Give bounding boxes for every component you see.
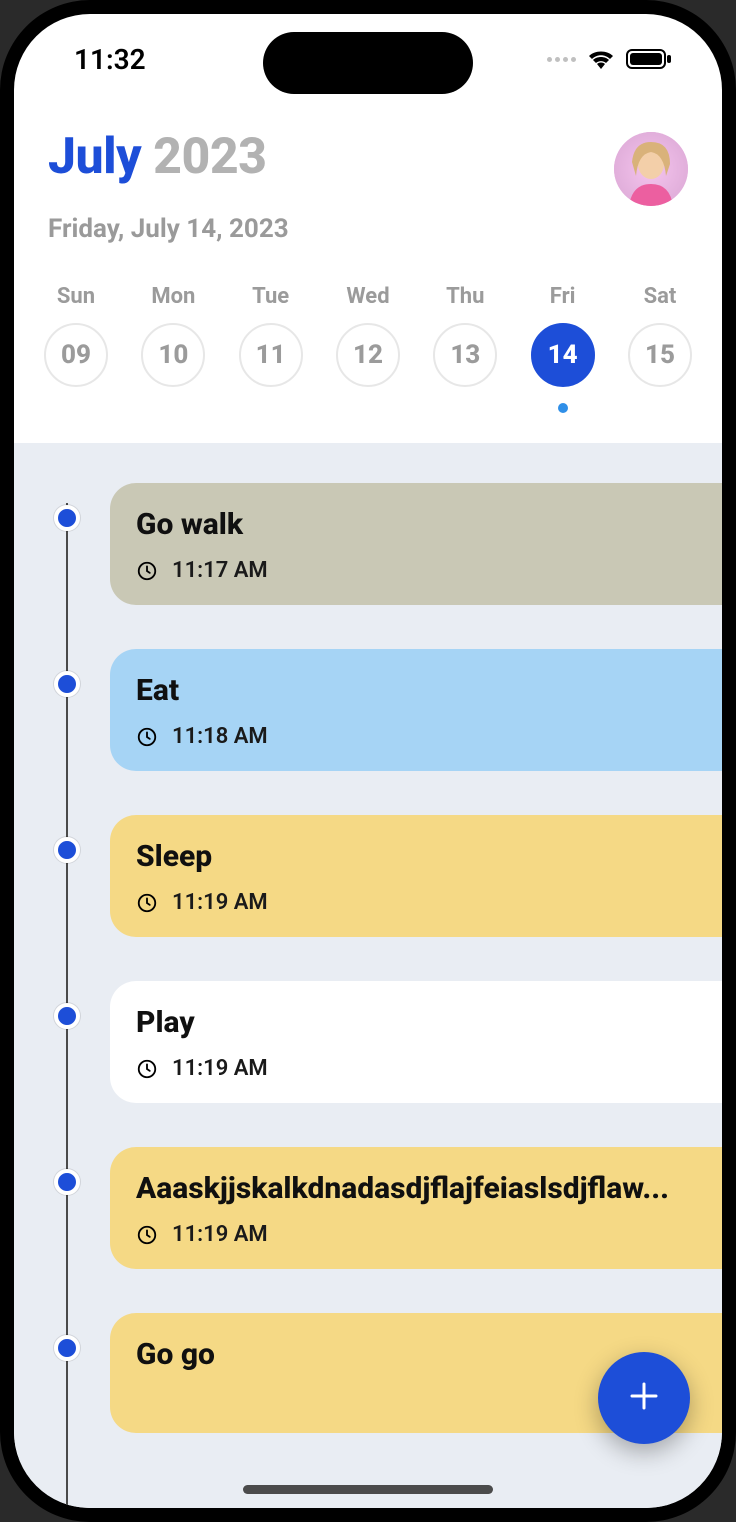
- day-thu[interactable]: Thu 13: [423, 284, 507, 413]
- event-time: 11:19 AM: [172, 890, 268, 915]
- event-title: Eat: [136, 673, 696, 708]
- day-indicator-dot: [558, 403, 568, 413]
- home-indicator[interactable]: [243, 1485, 493, 1494]
- day-label: Sat: [644, 284, 677, 309]
- timeline-marker: [54, 1003, 80, 1029]
- day-number: 15: [628, 323, 692, 387]
- clock-icon: [136, 560, 158, 582]
- wifi-icon: [586, 48, 616, 70]
- event-card[interactable]: Go walk 11:17 AM: [110, 483, 722, 605]
- day-number: 13: [433, 323, 497, 387]
- day-label: Tue: [252, 284, 289, 309]
- day-tue[interactable]: Tue 11: [229, 284, 313, 413]
- app-header: July 2023 Friday, July 14, 2023: [14, 104, 722, 256]
- dynamic-island: [263, 32, 473, 94]
- timeline-marker: [54, 1169, 80, 1195]
- day-sat[interactable]: Sat 15: [618, 284, 702, 413]
- event-card[interactable]: Eat 11:18 AM: [110, 649, 722, 771]
- event-time-row: 11:19 AM: [136, 1056, 696, 1081]
- event-title: Aaaskjjskalkdnadasdjflajfeiaslsdjflaw...: [136, 1171, 696, 1206]
- event-card[interactable]: Aaaskjjskalkdnadasdjflajfeiaslsdjflaw...…: [110, 1147, 722, 1269]
- timeline-item: Play 11:19 AM: [14, 981, 722, 1103]
- event-time: 11:19 AM: [172, 1056, 268, 1081]
- timeline-item: Aaaskjjskalkdnadasdjflajfeiaslsdjflaw...…: [14, 1147, 722, 1269]
- day-number: 14: [531, 323, 595, 387]
- day-label: Fri: [550, 284, 576, 309]
- timeline-marker: [54, 505, 80, 531]
- timeline-item: Sleep 11:19 AM: [14, 815, 722, 937]
- day-label: Thu: [446, 284, 484, 309]
- timeline-marker: [54, 671, 80, 697]
- event-time-row: 11:19 AM: [136, 890, 696, 915]
- timeline-marker: [54, 837, 80, 863]
- timeline-area[interactable]: Go walk11:17 AMEat11:18 AMSleep11:19 AMP…: [14, 443, 722, 1508]
- screen: 11:32 July 2023: [14, 14, 722, 1508]
- timeline-item: Go walk 11:17 AM: [14, 483, 722, 605]
- plus-icon: [626, 1378, 662, 1418]
- day-label: Wed: [346, 284, 389, 309]
- clock-icon: [136, 1058, 158, 1080]
- cellular-icon: [547, 57, 576, 62]
- event-title: Play: [136, 1005, 696, 1040]
- event-time-row: 11:17 AM: [136, 558, 696, 583]
- timeline-item: Eat 11:18 AM: [14, 649, 722, 771]
- day-label: Sun: [57, 284, 95, 309]
- day-number: 12: [336, 323, 400, 387]
- day-fri[interactable]: Fri 14: [521, 284, 605, 413]
- date-subtitle: Friday, July 14, 2023: [48, 214, 688, 244]
- event-card[interactable]: Play 11:19 AM: [110, 981, 722, 1103]
- event-time-row: 11:19 AM: [136, 1222, 696, 1247]
- clock-icon: [136, 726, 158, 748]
- day-wed[interactable]: Wed 12: [326, 284, 410, 413]
- day-number: 09: [44, 323, 108, 387]
- event-title: Go walk: [136, 507, 696, 542]
- day-number: 10: [141, 323, 205, 387]
- device-frame: 11:32 July 2023: [0, 0, 736, 1522]
- clock-icon: [136, 892, 158, 914]
- avatar[interactable]: [614, 132, 688, 206]
- event-time-row: 11:18 AM: [136, 724, 696, 749]
- month-year-title: July 2023: [48, 128, 267, 186]
- year-label: 2023: [153, 128, 266, 186]
- month-label: July: [48, 128, 141, 186]
- event-title: Sleep: [136, 839, 696, 874]
- day-mon[interactable]: Mon 10: [131, 284, 215, 413]
- day-number: 11: [239, 323, 303, 387]
- event-time: 11:17 AM: [172, 558, 268, 583]
- status-time: 11:32: [74, 43, 146, 76]
- battery-icon: [626, 48, 672, 70]
- week-row: Sun 09 Mon 10 Tue 11 Wed 12 Thu 13 Fri 14 Sat 15: [14, 256, 722, 443]
- day-sun[interactable]: Sun 09: [34, 284, 118, 413]
- status-icons: [547, 48, 672, 70]
- event-card[interactable]: Sleep 11:19 AM: [110, 815, 722, 937]
- event-time: 11:18 AM: [172, 724, 268, 749]
- timeline-marker: [54, 1335, 80, 1361]
- add-event-button[interactable]: [598, 1352, 690, 1444]
- day-label: Mon: [151, 284, 195, 309]
- event-time: 11:19 AM: [172, 1222, 268, 1247]
- clock-icon: [136, 1224, 158, 1246]
